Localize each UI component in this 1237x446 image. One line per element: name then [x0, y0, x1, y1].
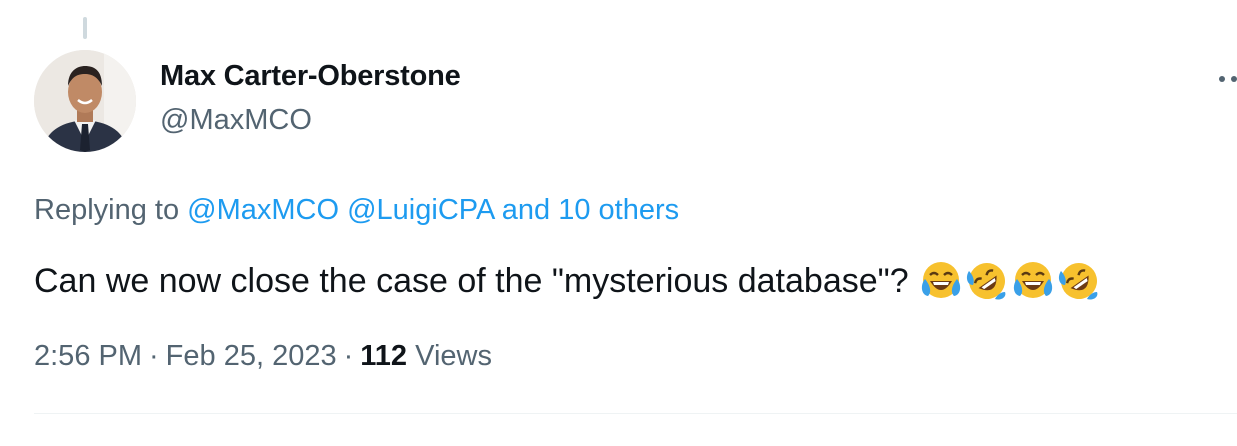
avatar[interactable]: [34, 50, 136, 152]
replying-to-prefix: Replying to: [34, 194, 180, 226]
mention-link-luigicpa[interactable]: @LuigiCPA: [347, 194, 494, 226]
tweet-text: Can we now close the case of the "myster…: [34, 259, 1101, 303]
divider: [34, 413, 1237, 414]
views-label[interactable]: Views: [415, 340, 492, 372]
tweet-date[interactable]: Feb 25, 2023: [166, 340, 337, 372]
emoji-group: [919, 259, 1101, 303]
mention-link-maxmco[interactable]: @MaxMCO: [187, 194, 339, 226]
more-options-icon[interactable]: [1219, 76, 1237, 86]
face-with-tears-of-joy-icon: [1013, 262, 1052, 298]
tweet-body: Can we now close the case of the "myster…: [34, 261, 909, 300]
author-handle[interactable]: @MaxMCO: [160, 104, 312, 137]
tweet-meta: 2:56 PM · Feb 25, 2023 · 112 Views: [34, 340, 492, 373]
tweet-time[interactable]: 2:56 PM: [34, 340, 142, 372]
meta-separator: ·: [343, 340, 354, 372]
person-avatar-icon: [34, 50, 136, 152]
author-name[interactable]: Max Carter-Oberstone: [160, 60, 461, 93]
thread-connector-line: [83, 17, 87, 39]
replying-to-line: Replying to @MaxMCO @LuigiCPA and 10 oth…: [34, 194, 679, 227]
rolling-on-the-floor-laughing-icon: [966, 263, 1006, 300]
face-with-tears-of-joy-icon: [921, 262, 960, 298]
rolling-on-the-floor-laughing-icon: [1058, 263, 1098, 300]
others-link[interactable]: and 10 others: [502, 194, 679, 226]
meta-separator: ·: [149, 340, 159, 372]
views-count[interactable]: 112: [360, 340, 407, 372]
